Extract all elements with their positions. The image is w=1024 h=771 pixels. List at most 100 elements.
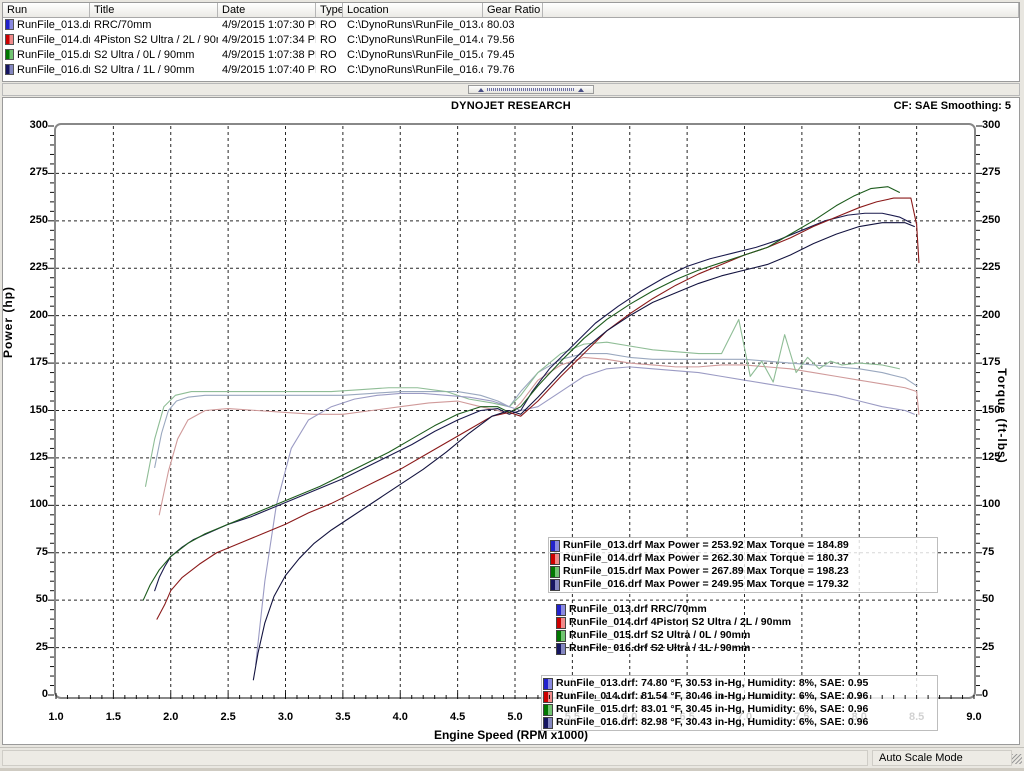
y-axis-left-tick-label: 150 (29, 403, 48, 416)
table-horizontal-scrollbar[interactable] (2, 83, 1020, 96)
y-axis-right-tick-label: 225 (982, 261, 1001, 274)
legend-label: RunFile_014.drf Max Power = 262.30 Max T… (563, 552, 849, 564)
legend-color-swatch (556, 616, 566, 629)
cell-run[interactable]: RunFile_014.drf (3, 33, 90, 48)
legend-item-title: RunFile_013.drf RRC/70mm (556, 603, 936, 616)
y-axis-left-tick-label: 300 (29, 119, 48, 131)
y-axis-left-tick-label: 200 (29, 308, 48, 321)
cell-date: 4/9/2015 1:07:30 PM (222, 19, 316, 31)
run-table[interactable]: Run Title Date Type Location Gear Ratio … (2, 2, 1020, 82)
plot-area[interactable]: 0 25 50 75 100 125 150 175 200 225 250 275 300 0 25 50… (1, 114, 1019, 744)
legend-item-condition: RunFile_013.drf: 74.80 °F, 30.53 in-Hg, … (543, 677, 935, 690)
run-color-swatch (5, 49, 14, 60)
x-axis-tick-label: 2.5 (220, 711, 236, 723)
cell-type: RO (320, 19, 337, 31)
cell-run[interactable]: RunFile_013.drf (3, 18, 90, 33)
scrollbar-grip-icon (487, 88, 575, 91)
y-axis-right-tick-label: 100 (982, 498, 1001, 511)
legend-item-condition: RunFile_015.drf: 83.01 °F, 30.45 in-Hg, … (543, 703, 935, 716)
x-axis-tick-label: 3.0 (277, 711, 294, 723)
column-header-location[interactable]: Location (343, 3, 483, 17)
y-axis-left-tick-label: 125 (29, 450, 48, 463)
y-axis-right-tick-label: 275 (982, 166, 1001, 179)
y-axis-right-tick-label: 200 (982, 308, 1001, 321)
legend-item-result: RunFile_013.drf Max Power = 253.92 Max T… (550, 539, 935, 552)
table-row[interactable]: RunFile_015.drf S2 Ultra / 0L / 90mm 4/9/2… (3, 48, 1019, 63)
y-axis-left-tick-label: 275 (29, 166, 48, 179)
run-table-header: Run Title Date Type Location Gear Ratio (3, 3, 1019, 18)
legend-item-condition: RunFile_016.drf: 82.98 °F, 30.43 in-Hg, … (543, 716, 935, 729)
cell-gear-ratio: 79.45 (487, 49, 515, 61)
legend-color-swatch (550, 565, 560, 578)
run-color-swatch (5, 19, 14, 30)
cell-type: RO (320, 49, 337, 61)
column-header-gear-ratio[interactable]: Gear Ratio (483, 3, 543, 17)
x-axis-tick-label: 2.0 (163, 711, 179, 723)
table-row[interactable]: RunFile_014.drf 4Piston S2 Ultra / 2L / 9… (3, 33, 1019, 48)
table-row[interactable]: RunFile_016.drf S2 Ultra / 1L / 90mm 4/9/2… (3, 63, 1019, 78)
x-axis-tick-label: 1.0 (48, 711, 64, 723)
column-header-date[interactable]: Date (218, 3, 316, 17)
cell-date: 4/9/2015 1:07:40 PM (222, 64, 316, 76)
run-color-swatch (5, 34, 14, 45)
y-axis-right-tick-label: 50 (982, 593, 995, 606)
status-message-area (2, 750, 868, 766)
legend-color-swatch (556, 629, 566, 642)
cell-title: S2 Ultra / 0L / 90mm (94, 49, 195, 61)
legend-label: RunFile_014.drf 4Piston S2 Ultra / 2L / … (569, 616, 792, 628)
y-axis-left-tick-label: 50 (35, 593, 48, 606)
x-axis-tick-label: 4.5 (449, 711, 466, 723)
column-header-type[interactable]: Type (316, 3, 343, 17)
resize-grip-icon[interactable] (1012, 754, 1022, 764)
scroll-right-arrow-icon (578, 87, 584, 92)
y-axis-right-label: Torque (ft-lbs) (995, 368, 1009, 464)
cell-title: RRC/70mm (94, 19, 152, 31)
y-axis-right-tick-label: 250 (982, 213, 1001, 226)
scroll-left-arrow-icon (478, 87, 484, 92)
column-header-title[interactable]: Title (90, 3, 218, 17)
legend-label: RunFile_013.drf Max Power = 253.92 Max T… (563, 539, 849, 551)
cell-run[interactable]: RunFile_015.drf (3, 48, 90, 63)
legend-color-swatch (543, 703, 553, 716)
y-axis-left-tick-label: 25 (35, 640, 48, 653)
chart-panel[interactable]: DYNOJET RESEARCH CF: SAE Smoothing: 5 0 2… (1, 97, 1020, 745)
y-axis-left-tick-label: 100 (29, 498, 48, 511)
run-color-swatch (5, 64, 14, 75)
x-axis-tick-label: 3.5 (335, 711, 351, 723)
legend-color-swatch (550, 578, 560, 591)
y-axis-right-tick-label: 25 (982, 640, 995, 653)
scrollbar-thumb[interactable] (468, 85, 594, 94)
legend-label: RunFile_013.drf: 74.80 °F, 30.53 in-Hg, … (556, 677, 869, 689)
legend-color-swatch (556, 603, 566, 616)
legend-conditions: RunFile_013.drf: 74.80 °F, 30.53 in-Hg, … (541, 675, 938, 731)
dynojet-window: Run Title Date Type Location Gear Ratio … (0, 0, 1024, 771)
legend-color-swatch (543, 677, 553, 690)
chart-header: DYNOJET RESEARCH CF: SAE Smoothing: 5 (3, 98, 1019, 114)
series-line-torque (158, 356, 920, 516)
y-axis-right-tick-label: 75 (982, 545, 995, 558)
cell-date: 4/9/2015 1:07:34 PM (222, 34, 316, 46)
y-axis-right-tick-label: 0 (982, 688, 989, 700)
cell-title: 4Piston S2 Ultra / 2L / 90mm (94, 34, 218, 46)
legend-color-swatch (543, 690, 553, 703)
status-scale-mode: Auto Scale Mode (872, 750, 1012, 766)
legend-color-swatch (556, 642, 566, 655)
table-row[interactable]: RunFile_013.drf RRC/70mm 4/9/2015 1:07:30 … (3, 18, 1019, 33)
cell-date: 4/9/2015 1:07:38 PM (222, 49, 316, 61)
legend-item-title: RunFile_014.drf 4Piston S2 Ultra / 2L / … (556, 616, 936, 629)
y-axis-left-tick-label: 250 (29, 213, 48, 226)
run-filename: RunFile_016.drf (17, 64, 90, 76)
run-filename: RunFile_014.drf (17, 34, 90, 46)
legend-label: RunFile_013.drf RRC/70mm (569, 603, 707, 615)
legend-item-title: RunFile_015.drf S2 Ultra / 0L / 90mm (556, 629, 936, 642)
cell-type: RO (320, 34, 337, 46)
x-axis-tick-label: 5.0 (507, 711, 523, 723)
run-table-body: RunFile_013.drf RRC/70mm 4/9/2015 1:07:30 … (3, 18, 1019, 78)
cell-run[interactable]: RunFile_016.drf (3, 63, 90, 78)
cell-type: RO (320, 64, 337, 76)
run-filename: RunFile_015.drf (17, 49, 90, 61)
legend-max-results: RunFile_013.drf Max Power = 253.92 Max T… (548, 537, 938, 593)
column-header-run[interactable]: Run (3, 3, 90, 17)
legend-label: RunFile_015.drf Max Power = 267.89 Max T… (563, 565, 849, 577)
legend-label: RunFile_015.drf S2 Ultra / 0L / 90mm (569, 629, 751, 641)
